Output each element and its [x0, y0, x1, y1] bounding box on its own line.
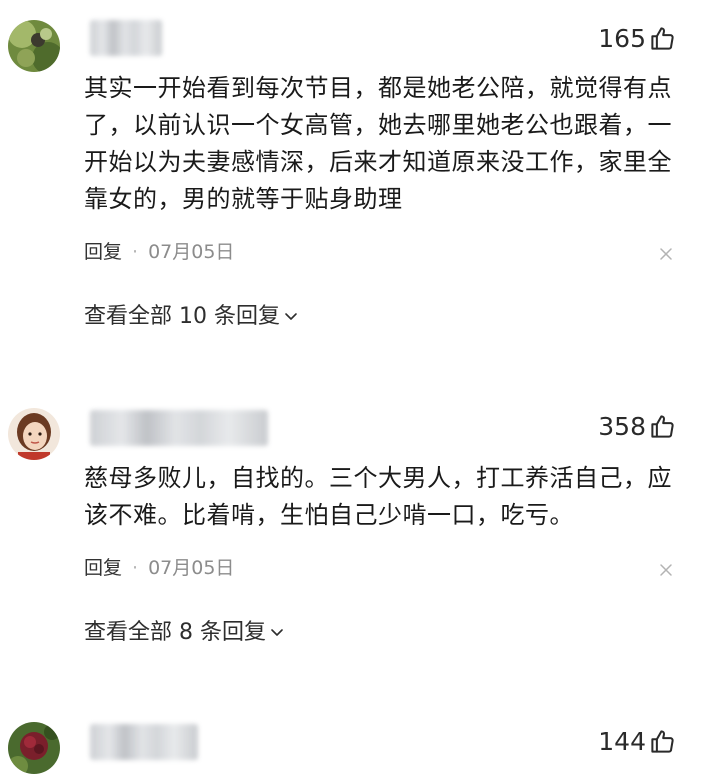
- comment-date: 07月05日: [148, 557, 235, 579]
- avatar[interactable]: [8, 20, 60, 72]
- reply-button[interactable]: 回复: [84, 241, 122, 263]
- like-count: 144: [598, 727, 646, 756]
- comment-text: 其实一开始看到每次节目，都是她老公陪，就觉得有点了，以前认识一个女高管，她去哪里…: [84, 74, 672, 213]
- reply-button[interactable]: 回复: [84, 557, 122, 579]
- thumbs-up-icon[interactable]: [649, 25, 676, 52]
- meta-separator: ·: [132, 241, 139, 263]
- close-icon[interactable]: [658, 246, 674, 262]
- username-blurred[interactable]: [90, 20, 162, 56]
- comment-list: 165 其实一开始看到每次节目，都是她老公陪，就觉得有点了，以前认识一个女高管，…: [0, 0, 714, 775]
- avatar-image: [8, 20, 60, 72]
- chevron-down-icon: [270, 628, 284, 638]
- chevron-down-icon: [284, 312, 298, 322]
- comment-meta: 回复 · 07月05日: [84, 553, 234, 583]
- avatar[interactable]: [8, 722, 60, 774]
- close-icon[interactable]: [658, 562, 674, 578]
- view-all-replies-button[interactable]: 查看全部 8 条回复: [84, 616, 284, 650]
- comment-meta: 回复 · 07月05日: [84, 237, 234, 267]
- thumbs-up-icon[interactable]: [649, 728, 676, 755]
- view-replies-label: 查看全部 10 条回复: [84, 304, 280, 329]
- username-blurred[interactable]: [90, 410, 268, 446]
- avatar-image: [8, 408, 60, 460]
- username-blurred[interactable]: [90, 724, 198, 760]
- comment-text: 慈母多败儿，自找的。三个大男人，打工养活自己，应该不难。比着啃，生怕自己少啃一口…: [84, 464, 672, 529]
- view-replies-label: 查看全部 8 条回复: [84, 620, 266, 645]
- avatar-image: [8, 722, 60, 774]
- thumbs-up-icon[interactable]: [649, 413, 676, 440]
- view-all-replies-button[interactable]: 查看全部 10 条回复: [84, 300, 298, 334]
- like-count: 165: [598, 24, 646, 53]
- avatar[interactable]: [8, 408, 60, 460]
- like-count: 358: [598, 412, 646, 441]
- meta-separator: ·: [132, 557, 139, 579]
- comment-date: 07月05日: [148, 241, 235, 263]
